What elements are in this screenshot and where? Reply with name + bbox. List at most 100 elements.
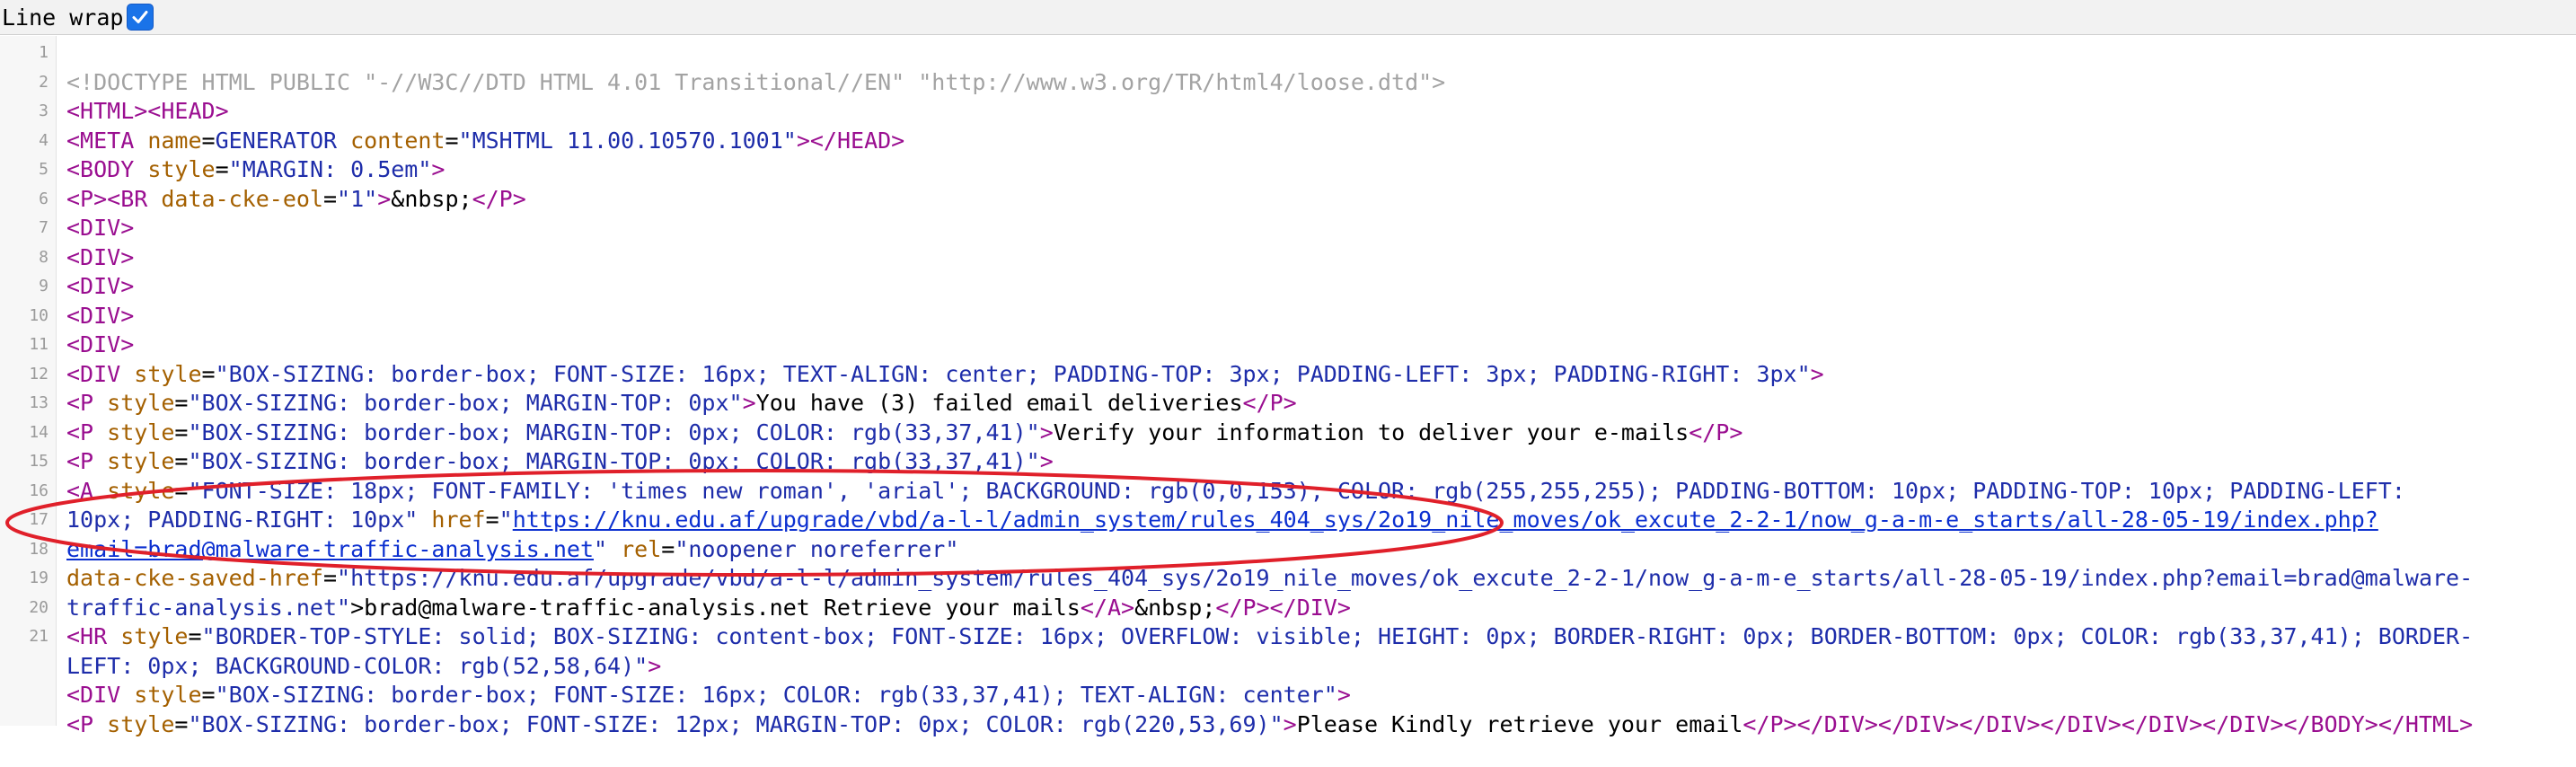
value-token: "MSHTML 11.00.10570.1001" — [458, 127, 797, 154]
tag-token: <DIV> — [66, 302, 135, 329]
line-number: 13 — [29, 393, 49, 412]
value-token: "BOX-SIZING: border-box; FONT-SIZE: 16px… — [215, 360, 1811, 387]
tag-token: <DIV> — [66, 331, 135, 357]
code-line: <META name=GENERATOR content="MSHTML 11.… — [66, 128, 2568, 154]
line-number-gutter: 1 2 3 4 5 6 7 8 9 10 11 12 13 14 15 16 17 18 19 20 21 — [0, 36, 57, 726]
link-token[interactable]: https://knu.edu.af/upgrade/vbd/a-l-l/adm… — [513, 507, 2378, 533]
line-number: 10 — [29, 305, 49, 325]
tag-token: > — [742, 390, 756, 416]
line-number: 2 — [39, 72, 49, 92]
code-line: <DIV> — [66, 331, 2568, 358]
line-number: 6 — [39, 189, 49, 208]
text-token: You have (3) failed email deliveries — [755, 390, 1243, 416]
line-number: 4 — [39, 130, 49, 150]
line-number: 21 — [29, 627, 49, 646]
line-number: 5 — [39, 160, 49, 179]
text-token: = — [201, 360, 216, 387]
line-number: 3 — [39, 101, 49, 120]
tag-token: > — [1039, 448, 1054, 474]
line-wrap-checkbox[interactable] — [127, 4, 154, 31]
doctype-token: <!DOCTYPE HTML PUBLIC "-//W3C//DTD HTML … — [66, 68, 1446, 95]
tag-token: <DIV> — [66, 273, 135, 299]
line-number: 7 — [39, 218, 49, 237]
text-token: = — [174, 710, 189, 737]
value-token: 10px; PADDING-RIGHT: 10px" — [66, 507, 432, 533]
tag-token: <DIV — [66, 682, 135, 708]
line-number: 15 — [29, 452, 49, 471]
tag-token: <P — [66, 448, 108, 474]
value-token: "BOX-SIZING: border-box; MARGIN-TOP: 0px… — [188, 419, 1040, 445]
text-token: &nbsp; — [1134, 594, 1216, 621]
value-token: "FONT-SIZE: 18px; FONT-FAMILY: 'times ne… — [188, 477, 2405, 504]
value-token: "https://knu.edu.af/upgrade/vbd/a-l-l/ad… — [337, 565, 2474, 591]
tag-token: > — [1337, 682, 1351, 708]
text-token: = — [174, 390, 189, 416]
code-line: <P style="BOX-SIZING: border-box; MARGIN… — [66, 390, 2568, 417]
value-token: " — [594, 535, 622, 562]
link-token[interactable]: email=brad@malware-traffic-analysis.net — [66, 536, 594, 562]
code-line: <P style="BOX-SIZING: border-box; MARGIN… — [66, 419, 2568, 446]
tag-token: <P — [66, 390, 108, 416]
code-line: <P style="BOX-SIZING: border-box; MARGIN… — [66, 448, 2568, 475]
tag-token: <P><BR — [66, 185, 162, 212]
line-number: 11 — [29, 335, 49, 354]
tag-token: <P — [66, 419, 108, 445]
tag-token: <DIV — [66, 360, 135, 387]
value-token: "MARGIN: 0.5em" — [228, 156, 432, 182]
tag-token: <P — [66, 710, 108, 737]
attribute-token: style — [134, 682, 202, 708]
text-token: = — [485, 507, 499, 533]
line-number: 16 — [29, 480, 49, 500]
attribute-token: href — [431, 507, 486, 533]
attribute-token: style — [107, 477, 175, 504]
text-token: >brad@malware-traffic-analysis.net Retri… — [350, 594, 1081, 621]
code-line: traffic-analysis.net">brad@malware-traff… — [66, 595, 2568, 622]
code-line: LEFT: 0px; BACKGROUND-COLOR: rgb(52,58,6… — [66, 653, 2568, 680]
attribute-token: style — [120, 623, 189, 649]
tag-token: </P> — [472, 185, 526, 212]
line-number: 20 — [29, 597, 49, 617]
tag-token: </P></DIV></DIV></DIV></DIV></DIV></DIV>… — [1742, 710, 2474, 737]
tag-token: > — [1039, 419, 1054, 445]
text-token: = — [322, 565, 338, 591]
tag-token: > — [377, 185, 392, 212]
text-token: = — [215, 156, 229, 182]
attribute-token: style — [107, 448, 175, 474]
code-line: <A style="FONT-SIZE: 18px; FONT-FAMILY: … — [66, 478, 2568, 505]
text-token: = — [174, 477, 189, 504]
attribute-token: style — [107, 419, 175, 445]
tag-token: </A> — [1080, 594, 1135, 621]
value-token: LEFT: 0px; BACKGROUND-COLOR: rgb(52,58,6… — [66, 652, 648, 679]
code-line: <P style="BOX-SIZING: border-box; FONT-S… — [66, 711, 2568, 738]
line-number: 1 — [39, 43, 49, 62]
text-token: = — [661, 535, 675, 562]
text-token: = — [445, 127, 459, 154]
text-token: = — [188, 623, 202, 649]
tag-token: > — [1810, 360, 1824, 387]
code-line: data-cke-saved-href="https://knu.edu.af/… — [66, 565, 2568, 592]
code-line: <DIV style="BOX-SIZING: border-box; FONT… — [66, 682, 2568, 709]
value-token: "BOX-SIZING: border-box; MARGIN-TOP: 0px… — [188, 448, 1040, 474]
code-line: <DIV> — [66, 273, 2568, 300]
line-number: 8 — [39, 247, 49, 267]
tag-token: <A — [66, 477, 108, 504]
tag-token: > — [1283, 710, 1297, 737]
line-number: 17 — [29, 510, 49, 529]
value-token: " — [498, 507, 513, 533]
attribute-token: style — [147, 156, 216, 182]
code-line: <HTML><HEAD> — [66, 98, 2568, 125]
tag-token: > — [648, 652, 662, 679]
line-number: 9 — [39, 277, 49, 295]
value-token: "1" — [337, 185, 378, 212]
code-line: <DIV> — [66, 244, 2568, 271]
tag-token: </P> — [1689, 419, 1743, 445]
text-token: = — [174, 448, 189, 474]
attribute-token: style — [107, 390, 175, 416]
line-wrap-label: Line wrap — [2, 4, 124, 31]
text-token: &nbsp; — [391, 185, 472, 212]
tag-token: ></HEAD> — [796, 127, 905, 154]
source-editor[interactable]: 1 2 3 4 5 6 7 8 9 10 11 12 13 14 15 16 17 18 19 20 21 <!DOCT… — [0, 36, 2576, 737]
tag-token: </P> — [1242, 390, 1297, 416]
code-line: <HR style="BORDER-TOP-STYLE: solid; BOX-… — [66, 623, 2568, 650]
